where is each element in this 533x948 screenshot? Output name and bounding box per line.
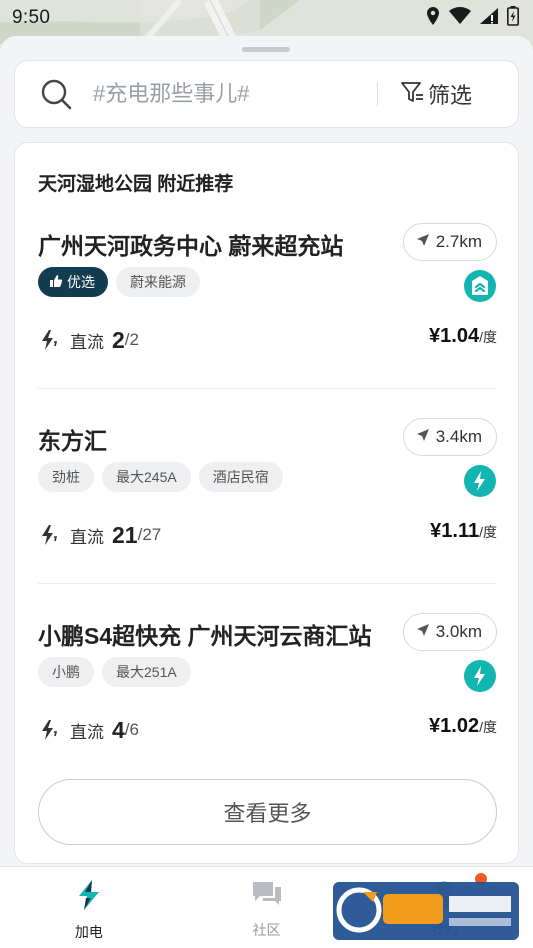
search-input[interactable] [93,81,373,107]
search-bar[interactable]: 筛选 [14,60,519,128]
navigate-arrow-icon [416,428,430,447]
tag: 最大245A [102,462,191,492]
charger-summary: 直流 21 /27 ¥1.11 /度 [38,520,497,550]
status-icons [425,5,519,31]
sheet-drag-handle[interactable] [242,47,290,52]
nearby-stations-card: 天河湿地公园 附近推荐 广州天河政务中心 蔚来超充站 2.7km 优选 蔚来能源 [14,142,519,864]
bolt-badge-icon [463,659,497,693]
tag: 酒店民宿 [198,462,283,492]
filter-label: 筛选 [428,83,473,108]
charger-summary: 直流 4 /6 ¥1.02 /度 [38,715,497,745]
filter-icon [400,80,424,109]
search-icon[interactable] [39,77,73,111]
price: ¥1.11 /度 [430,520,497,543]
dc-total: /2 [124,330,139,349]
signal-icon [479,7,499,30]
dc-label: 直流 [70,332,104,352]
station-name: 东方汇 [38,428,107,454]
price-unit: /度 [479,719,497,735]
view-more-button[interactable]: 查看更多 [38,779,497,845]
search-divider [377,82,378,106]
dc-available: 21 [112,521,138,548]
price: ¥1.02 /度 [429,715,497,738]
divider [38,388,497,389]
location-icon [425,6,441,31]
distance-text: 3.4km [435,427,482,446]
tab-community[interactable]: 社区 [178,867,356,948]
distance-chip[interactable]: 2.7km [402,223,497,261]
dc-available: 2 [112,326,125,353]
filter-button[interactable]: 筛选 [400,78,472,110]
dc-total: /6 [124,720,139,739]
bottom-sheet: 筛选 天河湿地公园 附近推荐 广州天河政务中心 蔚来超充站 2.7km 优选 [0,36,533,866]
tag: 最大251A [102,657,191,687]
nearby-title: 天河湿地公园 附近推荐 [38,174,234,195]
tag: 劲桩 [38,462,94,492]
station-tags: 劲桩 最大245A 酒店民宿 [38,462,283,492]
status-time: 9:50 [12,7,51,28]
price: ¥1.04 /度 [429,325,497,348]
station-tags: 优选 蔚来能源 [38,267,200,297]
station-item[interactable]: 小鹏S4超快充 广州天河云商汇站 3.0km 小鹏 最大251A 直流 4 /6… [38,603,497,781]
battery-icon [507,5,519,31]
nio-house-icon [463,269,497,303]
dc-bolt-icon [38,329,60,351]
thumbs-up-icon [49,274,63,291]
distance-chip[interactable]: 3.4km [402,418,497,456]
preferred-tag: 优选 [38,267,108,297]
price-value: ¥1.02 [429,715,480,737]
distance-chip[interactable]: 3.0km [402,613,497,651]
status-bar: 9:50 [0,0,533,36]
distance-text: 2.7km [435,232,482,251]
charge-bolt-icon [74,879,104,916]
navigate-arrow-icon [416,623,430,642]
station-tags: 小鹏 最大251A [38,657,191,687]
dc-label: 直流 [70,527,104,547]
tag: 小鹏 [38,657,94,687]
charger-summary: 直流 2 /2 ¥1.04 /度 [38,325,497,355]
station-item[interactable]: 广州天河政务中心 蔚来超充站 2.7km 优选 蔚来能源 直流 2 /2 ¥1.… [38,213,497,391]
chat-bubbles-icon [251,879,283,914]
price-unit: /度 [479,524,497,540]
price-value: ¥1.11 [430,520,480,542]
tag-label: 优选 [67,274,95,290]
dc-available: 4 [112,716,125,743]
station-name: 广州天河政务中心 蔚来超充站 [38,233,344,259]
dc-bolt-icon [38,719,60,741]
dc-total: /27 [137,525,162,544]
divider [38,583,497,584]
station-item[interactable]: 东方汇 3.4km 劲桩 最大245A 酒店民宿 直流 21 /27 ¥1.11… [38,408,497,586]
dc-label: 直流 [70,722,104,742]
tag: 蔚来能源 [116,267,200,297]
tab-charge[interactable]: 加电 [0,867,178,948]
distance-text: 3.0km [435,622,482,641]
navigate-arrow-icon [416,233,430,252]
tab-label: 加电 [74,924,103,940]
dc-bolt-icon [38,524,60,546]
price-unit: /度 [479,329,497,345]
price-value: ¥1.04 [429,325,480,347]
wifi-icon [449,6,471,30]
site-watermark-logo [333,880,519,942]
tab-label: 社区 [252,922,281,938]
station-name: 小鹏S4超快充 广州天河云商汇站 [38,623,372,649]
bolt-badge-icon [463,464,497,498]
